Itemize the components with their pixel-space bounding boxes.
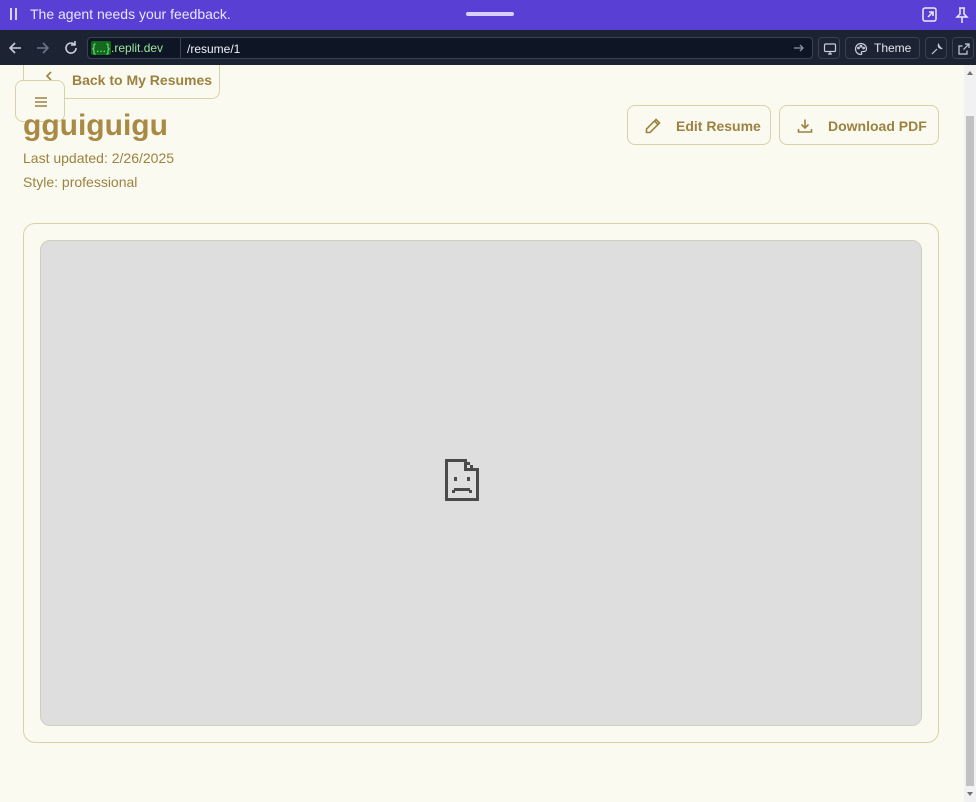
download-pdf-label: Download PDF — [828, 118, 927, 134]
banner-drag-handle[interactable] — [466, 12, 514, 16]
style-text: Style: professional — [23, 174, 138, 190]
download-icon — [797, 119, 813, 133]
edit-resume-button[interactable]: Edit Resume — [627, 105, 771, 145]
scroll-down-arrow-icon[interactable] — [967, 792, 973, 796]
download-pdf-button[interactable]: Download PDF — [779, 105, 939, 145]
url-path[interactable]: /resume/1 — [187, 42, 240, 56]
scroll-up-arrow-icon[interactable] — [967, 71, 973, 75]
url-host: {...}.replit.dev — [91, 41, 163, 55]
resume-preview-card — [23, 223, 939, 743]
pencil-icon — [645, 118, 661, 134]
pin-icon[interactable] — [952, 5, 972, 25]
edit-resume-label: Edit Resume — [676, 118, 761, 134]
wrench-icon — [931, 42, 943, 55]
sad-document-icon — [445, 459, 479, 501]
scrollbar-thumb[interactable] — [966, 116, 974, 786]
last-updated-text: Last updated: 2/26/2025 — [23, 150, 175, 166]
go-arrow-icon[interactable] — [792, 41, 806, 55]
device-preview-button[interactable] — [818, 37, 840, 59]
expand-icon[interactable] — [920, 5, 940, 25]
back-button-label: Back to My Resumes — [72, 72, 213, 88]
palette-icon — [854, 42, 868, 56]
agent-feedback-banner: The agent needs your feedback. — [0, 0, 976, 30]
monitor-icon — [823, 43, 837, 55]
url-divider — [180, 38, 181, 58]
hamburger-menu-icon — [35, 97, 47, 107]
reload-icon[interactable] — [61, 38, 81, 58]
open-new-tab-button[interactable] — [952, 37, 974, 59]
url-host-suffix: .replit.dev — [111, 41, 164, 55]
external-link-icon — [958, 43, 970, 55]
browser-toolbar: {...}.replit.dev /resume/1 Theme — [0, 30, 976, 65]
url-host-capsule: {...} — [91, 41, 112, 55]
forward-arrow-icon[interactable] — [33, 38, 53, 58]
resume-page: Back to My Resumes gguiguigu Last update… — [0, 65, 964, 802]
url-bar[interactable]: {...}.replit.dev /resume/1 — [87, 37, 813, 59]
theme-label: Theme — [874, 41, 912, 55]
drag-grip-icon[interactable] — [10, 8, 18, 20]
page-scrollbar[interactable] — [964, 65, 976, 802]
devtools-button[interactable] — [925, 37, 947, 59]
page-title: gguiguigu — [23, 109, 168, 142]
theme-button[interactable]: Theme — [845, 37, 920, 59]
resume-preview-frame[interactable] — [40, 240, 922, 726]
banner-message: The agent needs your feedback. — [30, 6, 231, 22]
back-arrow-icon[interactable] — [5, 38, 25, 58]
